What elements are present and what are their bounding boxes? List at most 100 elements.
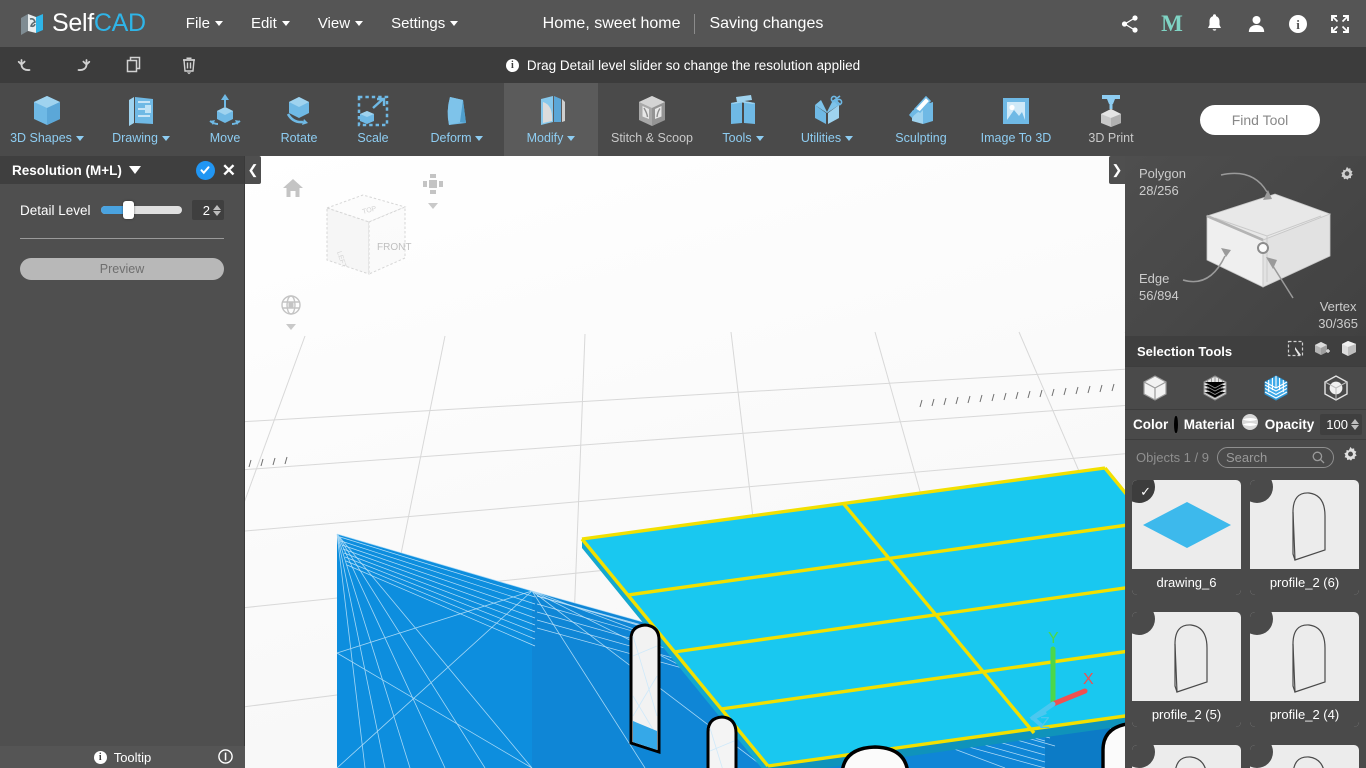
panel-divider xyxy=(20,238,224,239)
menu-view-label: View xyxy=(317,15,351,32)
tool-drawing[interactable]: Drawing xyxy=(94,83,188,156)
menu-settings[interactable]: Settings xyxy=(377,9,472,38)
stepper-down-icon[interactable] xyxy=(1351,425,1359,430)
object-name: profile_2 (5) xyxy=(1132,701,1241,728)
object-card-partial-2[interactable] xyxy=(1250,744,1359,768)
slider-handle[interactable] xyxy=(122,201,134,219)
document-title[interactable]: Home, sweet home xyxy=(543,15,681,33)
menu-file[interactable]: File xyxy=(172,9,237,38)
3d-viewport[interactable]: Y X Z TOP LEFT FRONT xyxy=(245,156,1125,768)
box-select-icon[interactable] xyxy=(1313,340,1331,362)
selfcad-logo[interactable]: SelfCAD xyxy=(19,9,146,38)
material-sphere-icon[interactable] xyxy=(1241,413,1259,436)
object-card-profile-2-4[interactable]: profile_2 (4) xyxy=(1250,612,1359,728)
tool-3d-print[interactable]: 3D Print xyxy=(1064,83,1158,156)
share-icon[interactable] xyxy=(1118,12,1142,36)
menu-settings-label: Settings xyxy=(391,15,446,32)
home-view-button[interactable] xyxy=(282,178,304,203)
chevron-down-icon xyxy=(355,21,364,26)
apply-button[interactable] xyxy=(195,160,215,180)
chevron-down-icon xyxy=(214,21,223,26)
save-status: Saving changes xyxy=(709,14,824,32)
collapse-right-panel-button[interactable]: ❯ xyxy=(1109,156,1125,184)
brand-cad: CAD xyxy=(93,9,146,37)
polygon-mode-icon[interactable] xyxy=(1246,366,1306,410)
left-panel-body: Detail Level 2 Preview xyxy=(0,184,244,280)
info-icon[interactable]: i xyxy=(1286,12,1310,36)
tool-stitch-and-scoop[interactable]: Stitch & Scoop xyxy=(598,83,706,156)
detail-level-row: Detail Level 2 xyxy=(20,200,224,220)
chevron-down-icon xyxy=(161,135,170,141)
tool-label: Utilities xyxy=(800,131,842,145)
tool-scale[interactable]: Scale xyxy=(336,83,410,156)
object-mode-icon[interactable] xyxy=(1125,366,1185,410)
orbit-view-button[interactable] xyxy=(280,294,302,330)
grid-snap-button[interactable] xyxy=(422,173,444,209)
3d-scene[interactable]: Y X Z TOP LEFT FRONT xyxy=(245,156,1125,768)
collapse-left-panel-button[interactable]: ❮ xyxy=(245,156,261,184)
undo-button[interactable] xyxy=(0,47,54,83)
chevron-down-icon[interactable] xyxy=(286,324,296,330)
tool-deform[interactable]: Deform xyxy=(410,83,504,156)
close-button[interactable]: ✕ xyxy=(222,162,236,179)
chevron-down-icon xyxy=(450,21,459,26)
right-properties-panel: Polygon 28/256 Edge 56/894 Vertex 30/365… xyxy=(1125,156,1366,768)
preview-button[interactable]: Preview xyxy=(20,258,224,280)
tool-label: Stitch & Scoop xyxy=(611,131,693,145)
copy-button[interactable] xyxy=(108,47,162,83)
detail-level-slider[interactable] xyxy=(100,201,182,219)
object-card-drawing-6[interactable]: ✓ drawing_6 xyxy=(1132,480,1241,595)
tool-sculpting[interactable]: Sculpting xyxy=(874,83,968,156)
tool-move[interactable]: Move xyxy=(188,83,262,156)
notifications-bell-icon[interactable] xyxy=(1202,12,1226,36)
menu-edit[interactable]: Edit xyxy=(237,9,304,38)
chevron-down-icon[interactable] xyxy=(128,166,141,174)
detail-level-stepper[interactable]: 2 xyxy=(192,200,224,220)
tool-tools[interactable]: Tools xyxy=(706,83,780,156)
rect-select-icon[interactable] xyxy=(1287,340,1304,362)
tool-rotate[interactable]: Rotate xyxy=(262,83,336,156)
edge-value: 56/894 xyxy=(1139,287,1179,303)
selection-mode-row xyxy=(1125,366,1366,410)
stepper-down-icon[interactable] xyxy=(213,210,221,216)
brand-self: Self xyxy=(52,9,94,37)
object-card-partial-1[interactable] xyxy=(1132,744,1241,768)
m-badge-icon[interactable]: M xyxy=(1160,12,1184,36)
tool-image-to-3d[interactable]: Image To 3D xyxy=(968,83,1064,156)
tooltip-label: Tooltip xyxy=(113,749,152,765)
delete-button[interactable] xyxy=(162,47,216,83)
fullscreen-icon[interactable] xyxy=(1328,12,1352,36)
info-icon: i xyxy=(93,750,107,764)
tool-3d-shapes[interactable]: 3D Shapes xyxy=(0,83,94,156)
opacity-stepper[interactable]: 100 xyxy=(1320,414,1362,435)
stepper-up-icon[interactable] xyxy=(1351,419,1359,424)
chevron-down-icon xyxy=(281,21,290,26)
tool-utilities[interactable]: Utilities xyxy=(780,83,874,156)
vertex-stat: Vertex 30/365 xyxy=(1318,299,1358,333)
objects-settings-gear-icon[interactable] xyxy=(1342,446,1359,468)
polygon-value: 28/256 xyxy=(1139,182,1179,198)
chevron-down-icon xyxy=(755,135,764,141)
search-input[interactable]: Search xyxy=(1216,446,1334,468)
left-tool-panel: Resolution (M+L) ✕ Detail Level 2 Previe… xyxy=(0,156,245,768)
color-swatch[interactable] xyxy=(1174,416,1178,433)
object-card-profile-2-5[interactable]: profile_2 (5) xyxy=(1132,612,1241,728)
edge-stat: Edge 56/894 xyxy=(1139,271,1179,305)
chevron-down-icon[interactable] xyxy=(428,203,438,209)
vertex-mode-icon[interactable] xyxy=(1185,366,1245,410)
mesh-stats-panel: Polygon 28/256 Edge 56/894 Vertex 30/365 xyxy=(1125,156,1366,336)
lasso-select-icon[interactable] xyxy=(1340,340,1358,362)
edge-mode-icon[interactable] xyxy=(1306,366,1366,410)
menu-view[interactable]: View xyxy=(304,9,377,38)
stepper-up-icon[interactable] xyxy=(213,204,221,210)
object-card-profile-2-6[interactable]: profile_2 (6) xyxy=(1250,480,1359,595)
grid-snap-icon xyxy=(423,174,443,194)
find-tool-input[interactable]: Find Tool xyxy=(1200,105,1320,135)
user-account-icon[interactable] xyxy=(1244,12,1268,36)
redo-button[interactable] xyxy=(54,47,108,83)
stepper-arrows[interactable] xyxy=(1351,419,1359,430)
stepper-arrows[interactable] xyxy=(213,204,221,216)
help-toggle-icon[interactable] xyxy=(218,749,233,767)
scale-icon xyxy=(353,90,393,132)
tool-modify[interactable]: Modify xyxy=(504,83,598,156)
